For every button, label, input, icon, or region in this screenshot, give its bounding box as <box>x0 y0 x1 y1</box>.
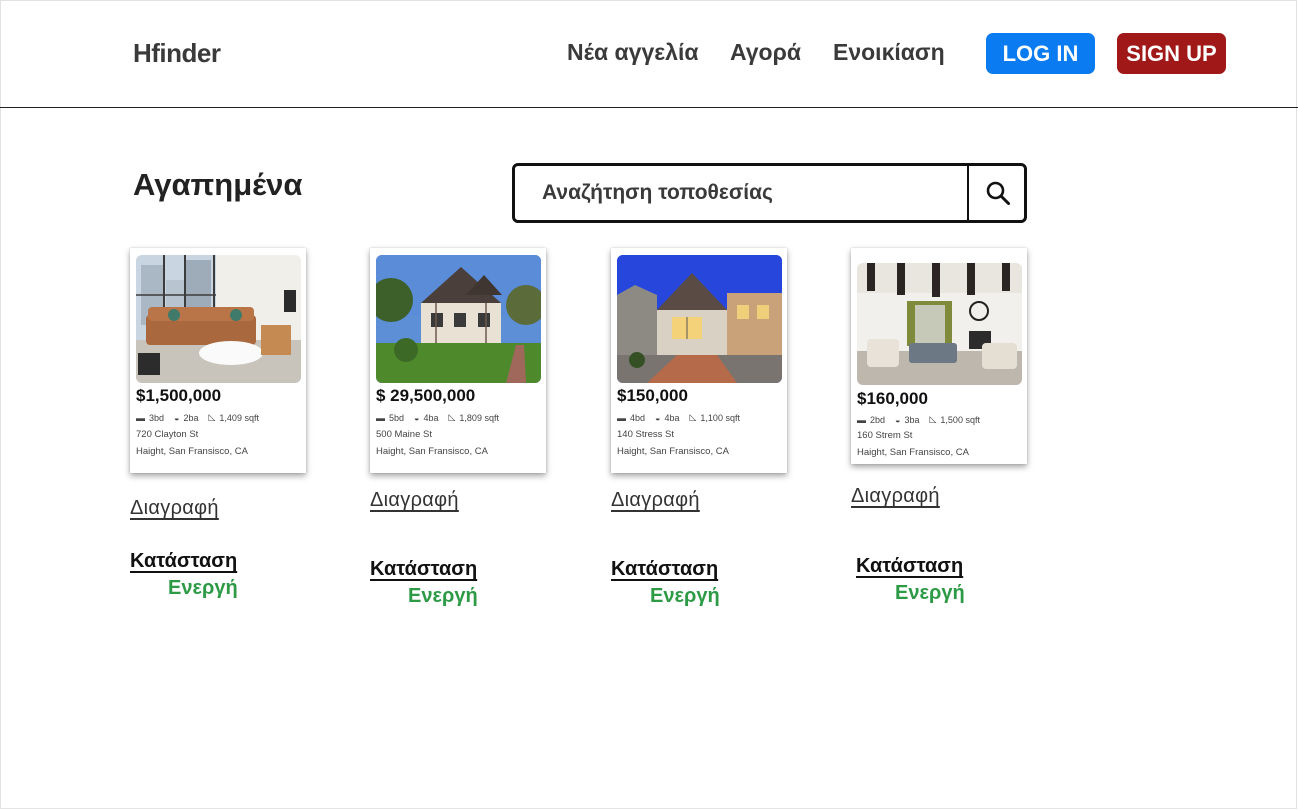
area-size: 1,409 sqft <box>219 412 259 423</box>
login-button[interactable]: LOG IN <box>986 33 1095 74</box>
listing-city: Haight, San Fransisco, CA <box>136 446 248 457</box>
listing-card[interactable]: $1,500,000 ▬ 3bd ◒ 2ba ◺ 1,409 sqft 720 Cla… <box>130 248 306 473</box>
delete-link[interactable]: Διαγραφή <box>370 489 459 512</box>
bed-icon: ▬ <box>376 412 385 423</box>
delete-link[interactable]: Διαγραφή <box>851 485 940 508</box>
tudor-house-photo <box>376 255 541 383</box>
twilight-house-photo <box>617 255 782 383</box>
beamed-living-room-photo <box>857 263 1022 385</box>
search-icon <box>986 181 1010 205</box>
area-icon: ◺ <box>208 412 216 422</box>
search-button[interactable] <box>967 163 1027 223</box>
listing-price: $160,000 <box>857 389 928 408</box>
listing-address: 160 Strem St <box>857 430 913 441</box>
area-icon: ◺ <box>689 412 697 422</box>
listing-specs: ▬ 3bd ◒ 2ba ◺ 1,409 sqft <box>136 412 259 423</box>
bath-icon: ◒ <box>895 414 901 425</box>
listing-card[interactable]: $150,000 ▬ 4bd ◒ 4ba ◺ 1,100 sqft 140 Stres… <box>611 248 787 473</box>
bed-icon: ▬ <box>617 412 626 423</box>
baths-count: 4ba <box>664 412 680 423</box>
listing-city: Haight, San Fransisco, CA <box>376 446 488 457</box>
beds-count: 2bd <box>870 414 886 425</box>
status-value: Ενεργή <box>895 582 965 604</box>
nav-new-listing[interactable]: Νέα αγγελία <box>567 39 698 66</box>
bed-icon: ▬ <box>857 414 866 425</box>
search-input[interactable] <box>515 166 967 220</box>
bath-icon: ◒ <box>655 412 661 423</box>
baths-count: 3ba <box>904 414 920 425</box>
delete-link[interactable]: Διαγραφή <box>611 489 700 512</box>
nav-rent[interactable]: Ενοικίαση <box>833 39 945 66</box>
area-size: 1,500 sqft <box>940 414 980 425</box>
listing-city: Haight, San Fransisco, CA <box>617 446 729 457</box>
beds-count: 5bd <box>389 412 405 423</box>
beds-count: 4bd <box>630 412 646 423</box>
listing-card[interactable]: $160,000 ▬ 2bd ◒ 3ba ◺ 1,500 sqft 160 Strem… <box>851 248 1027 464</box>
area-size: 1,100 sqft <box>700 412 740 423</box>
listing-city: Haight, San Fransisco, CA <box>857 447 969 458</box>
listing-address: 720 Clayton St <box>136 429 199 440</box>
status-value: Ενεργή <box>168 577 238 599</box>
listing-price: $ 29,500,000 <box>376 386 476 405</box>
status-label: Κατάσταση <box>611 558 719 580</box>
top-navbar: Hfinder Νέα αγγελία Αγορά Ενοικίαση LOG … <box>0 0 1298 108</box>
delete-link[interactable]: Διαγραφή <box>130 497 219 520</box>
status-label: Κατάσταση <box>370 558 478 580</box>
status-label: Κατάσταση <box>856 555 964 577</box>
area-size: 1,809 sqft <box>459 412 499 423</box>
bath-icon: ◒ <box>414 412 420 423</box>
bath-icon: ◒ <box>174 412 180 423</box>
page-title: Αγαπημένα <box>133 167 303 202</box>
listing-specs: ▬ 4bd ◒ 4ba ◺ 1,100 sqft <box>617 412 740 423</box>
beds-count: 3bd <box>149 412 165 423</box>
location-search <box>512 163 1027 223</box>
listing-specs: ▬ 2bd ◒ 3ba ◺ 1,500 sqft <box>857 414 980 425</box>
listing-specs: ▬ 5bd ◒ 4ba ◺ 1,809 sqft <box>376 412 499 423</box>
listing-price: $1,500,000 <box>136 386 222 405</box>
site-logo[interactable]: Hfinder <box>133 38 221 69</box>
status-label: Κατάσταση <box>130 550 238 572</box>
baths-count: 4ba <box>423 412 439 423</box>
baths-count: 2ba <box>183 412 199 423</box>
nav-buy[interactable]: Αγορά <box>730 39 801 66</box>
signup-button[interactable]: SIGN UP <box>1117 33 1226 74</box>
listing-price: $150,000 <box>617 386 688 405</box>
area-icon: ◺ <box>448 412 456 422</box>
status-value: Ενεργή <box>650 585 720 607</box>
living-room-photo <box>136 255 301 383</box>
bed-icon: ▬ <box>136 412 145 423</box>
listing-card[interactable]: $ 29,500,000 ▬ 5bd ◒ 4ba ◺ 1,809 sqft 500 M… <box>370 248 546 473</box>
status-value: Ενεργή <box>408 585 478 607</box>
listing-address: 140 Stress St <box>617 429 675 440</box>
area-icon: ◺ <box>929 414 937 424</box>
listing-address: 500 Maine St <box>376 429 432 440</box>
